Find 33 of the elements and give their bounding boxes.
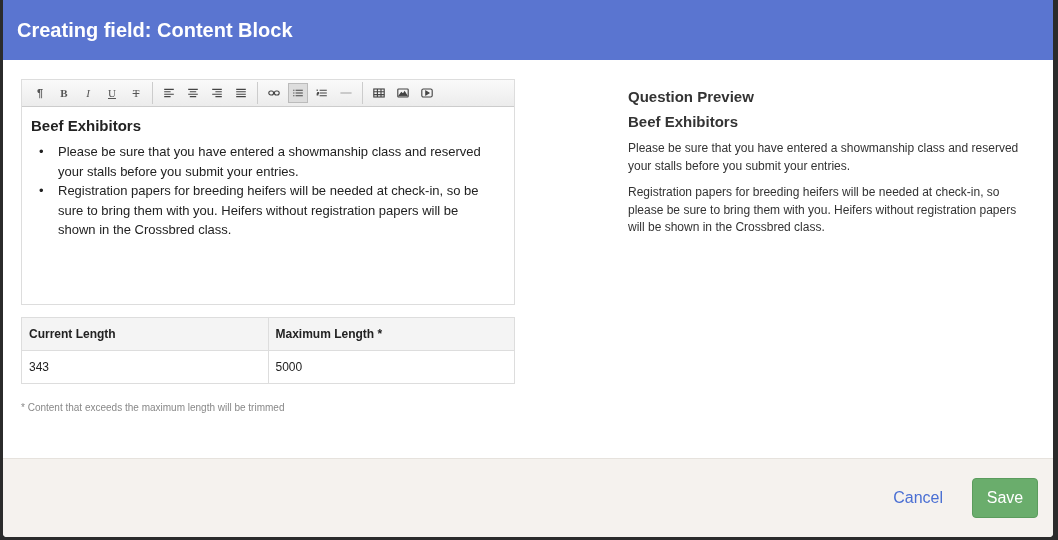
preview-paragraph: Please be sure that you have entered a showmanship class and reserved your stalls before you submit your entries. [628,140,1020,175]
align-right-icon [211,87,223,99]
column-header: Current Length [21,317,268,351]
editor-heading: Beef Exhibitors [31,117,143,134]
bullet-item: Registration papers for breeding heifers will be needed at check-in, so be sure to bring them with you. Heifers without registration papers will be shown in the Crossbred class. [58,182,480,239]
bold-button[interactable]: B [54,83,74,103]
strikethrough-button[interactable]: T [126,83,146,103]
dialog-title: Creating field: Content Block [17,18,293,42]
align-center-icon [187,87,199,99]
column-header: Maximum Length * [268,317,515,351]
image-icon [397,87,409,99]
bullet-marker: • [39,143,45,161]
video-icon [421,87,433,99]
preview-heading: Beef Exhibitors [628,113,740,130]
align-left-icon [163,87,175,99]
link-icon [268,87,280,99]
footnote: * Content that exceeds the maximum length will be trimmed [21,402,286,413]
italic-button[interactable]: I [78,83,98,103]
preview-title: Question Preview [628,88,755,105]
paragraph-button[interactable]: ¶ [30,83,50,103]
rich-text-editor[interactable] [21,79,515,305]
bullet-list-icon [292,87,304,99]
bullet-marker: • [39,182,45,200]
justify-icon [235,87,247,99]
bullet-item: Please be sure that you have entered a showmanship class and reserved your stalls before you submit your entries. [58,143,482,181]
bullet-list-button[interactable] [288,83,308,103]
underline-button[interactable]: U [102,83,122,103]
cancel-button[interactable]: Cancel [889,485,947,511]
table-cell: 343 [21,350,268,384]
table-cell: 5000 [268,350,515,384]
preview-paragraph: Registration papers for breeding heifers will be needed at check-in, so please be sure to bring them with you. Heifers without registration papers will be shown in the Crossbred class. [628,184,1018,236]
numbered-list-icon [316,87,328,99]
table-icon [373,87,385,99]
